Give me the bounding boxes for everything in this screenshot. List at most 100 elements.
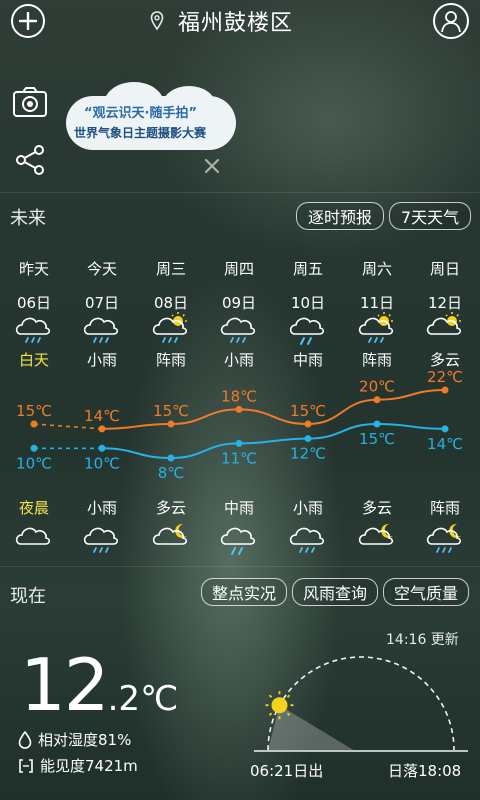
day-name: 今天 (86, 260, 117, 278)
low-temp-label: 11℃ (221, 449, 257, 467)
camera-button[interactable] (12, 86, 48, 122)
camera-icon (13, 87, 47, 117)
high-temp-point (441, 386, 449, 394)
location-pin-icon (150, 11, 164, 31)
low-temp-point (304, 435, 312, 443)
day-names-row: 昨天 今天 周三 周四 周五 周六 周日 (0, 258, 480, 278)
high-temp-point (167, 420, 175, 428)
low-temp-label: 14℃ (427, 435, 463, 453)
low-temp-point (373, 420, 381, 428)
cloud-heavy-rain-icon (220, 527, 256, 555)
droplet-icon (18, 730, 32, 749)
sunrise-time: 06:21日出 (250, 762, 324, 780)
night-weather-row: 夜晨 小雨 多云 中雨 小雨 多云 阵雨 (0, 497, 480, 517)
night-weather: 小雨 (292, 499, 323, 517)
high-temp-label: 14℃ (84, 407, 120, 425)
moon-cloud-icon (152, 523, 188, 545)
day-name: 周四 (223, 260, 254, 278)
low-temp-point (98, 444, 106, 452)
city-title[interactable]: 福州鼓楼区 (150, 6, 293, 36)
low-temp-label: 10℃ (84, 454, 120, 472)
cloud-rain-icon (289, 527, 325, 553)
seven-day-button[interactable]: 7天天气 (389, 202, 471, 230)
future-label: 未来 (10, 208, 46, 229)
visibility-icon (19, 758, 33, 773)
dates-row: 06日 07日 08日 09日 10日 11日 12日 (0, 292, 480, 312)
sun-cloud-rain-icon (358, 311, 394, 343)
top-bar: 福州鼓楼区 (0, 0, 480, 44)
night-weather: 多云 (361, 499, 392, 517)
night-weather: 中雨 (223, 499, 254, 517)
night-icons-row (15, 523, 462, 555)
day-name: 周三 (155, 260, 186, 278)
cloud-rain-icon (15, 317, 51, 343)
low-temp-label: 12℃ (290, 445, 326, 463)
current-temperature: 12.2℃ (20, 646, 178, 738)
visibility-text: 能见度7421m (40, 757, 138, 775)
day-name: 周日 (429, 260, 460, 278)
profile-button[interactable] (433, 3, 469, 39)
current-temp-decimal: .2℃ (107, 679, 179, 719)
close-banner-button[interactable] (204, 158, 220, 178)
banner-title: “观云识天·随手拍” (84, 106, 198, 121)
cloud-rain-icon (220, 317, 256, 343)
divider (0, 566, 480, 567)
humidity-row: 相对湿度81% (18, 729, 131, 750)
sun-arc (254, 656, 468, 752)
night-weather: 小雨 (86, 499, 117, 517)
cloud-rain-icon (83, 527, 119, 553)
moon-cloud-rain-icon (426, 523, 462, 553)
night-weather: 夜晨 (18, 499, 49, 517)
high-temp-label: 15℃ (290, 402, 326, 420)
day-name: 昨天 (18, 260, 49, 278)
sunset-time: 日落18:08 (388, 762, 462, 780)
wind-rain-query-button[interactable]: 风雨查询 (292, 578, 378, 606)
moon-cloud-icon (358, 523, 394, 545)
low-temp-point (235, 439, 243, 447)
temperature-chart: 15℃ 14℃ 15℃ 18℃ 15℃ 20℃ 22℃ 10℃ 10℃ 8℃ 11℃ 12℃ 15℃ 14… (16, 368, 463, 482)
low-temp-label: 15℃ (359, 430, 395, 448)
city-name: 福州鼓楼区 (178, 11, 294, 36)
visibility-row: 能见度7421m (18, 755, 138, 776)
night-weather: 多云 (155, 499, 186, 517)
high-temp-label: 15℃ (153, 402, 189, 420)
add-city-button[interactable] (11, 4, 45, 38)
high-temp-point (98, 425, 106, 433)
low-temp-label: 10℃ (16, 454, 52, 472)
user-icon (441, 11, 461, 33)
sun-cloud-rain-icon (152, 311, 188, 343)
sun-cloud-icon (426, 311, 462, 335)
update-time: 14:16 更新 (386, 632, 459, 648)
plus-icon (19, 12, 37, 30)
night-weather: 阵雨 (429, 499, 460, 517)
divider (0, 192, 480, 193)
high-temp-point (30, 420, 38, 428)
humidity-text: 相对湿度81% (38, 731, 132, 749)
day-name: 周六 (361, 260, 392, 278)
low-temp-point (30, 444, 38, 452)
high-temp-label: 22℃ (427, 368, 463, 386)
hourly-observation-button[interactable]: 整点实况 (201, 578, 287, 606)
photo-contest-banner[interactable]: “观云识天·随手拍” 世界气象日主题摄影大赛 (66, 82, 236, 150)
high-temp-point (304, 420, 312, 428)
high-temp-label: 20℃ (359, 378, 395, 396)
high-temp-point (373, 396, 381, 404)
day-icons-row (15, 311, 462, 345)
low-temp-point (441, 425, 449, 433)
cloud-heavy-rain-icon (289, 317, 325, 345)
current-temp-integer: 12 (20, 643, 110, 727)
close-icon (204, 158, 220, 174)
cloud-icon (15, 527, 51, 545)
hourly-forecast-button[interactable]: 逐时预报 (296, 202, 384, 230)
day-name: 周五 (292, 260, 323, 278)
low-temp-point (167, 454, 175, 462)
air-quality-button[interactable]: 空气质量 (383, 578, 469, 606)
high-temp-point (235, 405, 243, 413)
share-icon (16, 145, 44, 175)
banner-subtitle: 世界气象日主题摄影大赛 (74, 126, 207, 140)
low-temp-label: 8℃ (158, 464, 184, 482)
share-button[interactable] (14, 144, 46, 180)
high-temp-label: 18℃ (221, 387, 257, 405)
now-label: 现在 (10, 586, 46, 607)
high-temp-label: 15℃ (16, 402, 52, 420)
